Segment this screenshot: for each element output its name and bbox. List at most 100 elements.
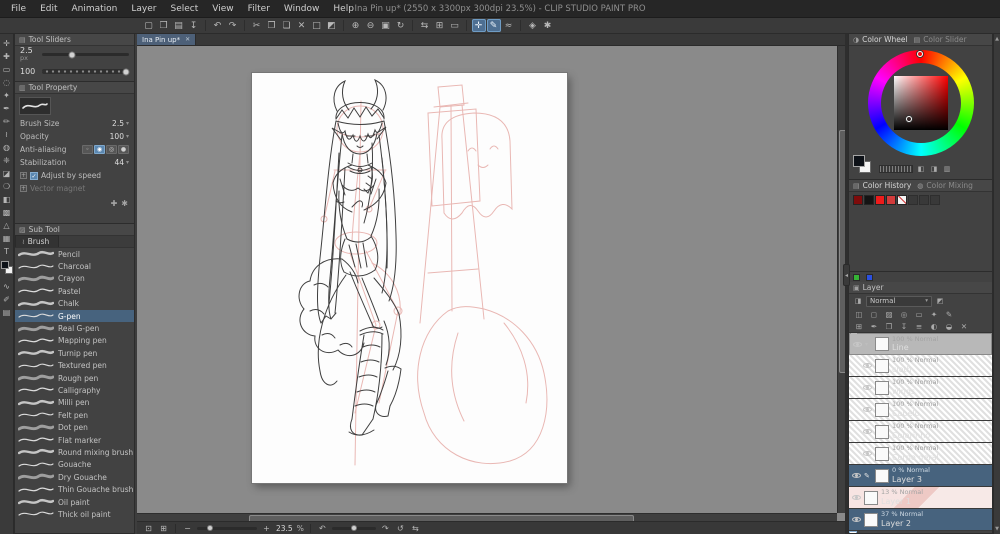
decoration-tool-icon[interactable]: ❈ — [1, 154, 13, 167]
sub-tool-item[interactable]: G-pen — [15, 309, 134, 323]
separator[interactable] — [518, 19, 523, 32]
layer-thumbnail[interactable] — [875, 337, 889, 351]
folder-expander-icon[interactable]: ▾ — [865, 341, 872, 348]
sub-tool-item[interactable]: Felt pen — [15, 409, 134, 421]
layer-thumbnail[interactable] — [875, 424, 889, 439]
grid-icon[interactable]: ⊞ — [433, 19, 447, 32]
layer-thumbnail[interactable] — [875, 468, 889, 483]
sub-tool-item[interactable]: Pencil — [15, 248, 134, 260]
sub-tool-item[interactable]: Oil paint — [15, 496, 134, 508]
airbrush-tool-icon[interactable]: ◍ — [1, 141, 13, 154]
auto-select-tool-icon[interactable]: ✦ — [1, 89, 13, 102]
ruler-icon[interactable]: ▭ — [448, 19, 462, 32]
stabilization-row[interactable]: Stabilization 44 ▾ — [15, 156, 134, 169]
layer-thumbnail[interactable] — [864, 512, 878, 527]
selection-tool-icon[interactable]: ▭ — [1, 63, 13, 76]
layer-thumbnail[interactable] — [875, 446, 889, 461]
actual-size-icon[interactable]: ⊞ — [158, 524, 169, 533]
quick-access-icon[interactable]: ▤ — [1, 306, 13, 319]
material-icon[interactable]: ◈ — [526, 19, 540, 32]
new-folder-icon[interactable]: ❒ — [883, 321, 895, 332]
history-swatch-empty[interactable] — [908, 195, 918, 205]
save-icon[interactable]: ▤ — [172, 19, 186, 32]
main-color-swatch[interactable] — [853, 155, 865, 167]
sub-tool-item[interactable]: Thin Gouache brush — [15, 483, 134, 495]
sub-tool-item[interactable]: Charcoal — [15, 260, 134, 272]
sub-tool-tab-brush[interactable]: ≀ Brush — [15, 235, 60, 247]
layer-row[interactable]: ✎ ▾ ✓ 100 % Normal cloth — [849, 355, 992, 377]
opacity-property-value[interactable]: 100 — [110, 132, 124, 141]
gradient-tool-icon[interactable]: ▩ — [1, 206, 13, 219]
expander-icon[interactable]: + — [20, 172, 27, 179]
menu-item[interactable]: Layer — [124, 2, 163, 16]
visibility-eye-icon[interactable] — [852, 515, 861, 524]
separator[interactable] — [464, 19, 469, 32]
sub-tool-item[interactable]: Pastel — [15, 285, 134, 297]
rotation-slider[interactable] — [331, 525, 376, 531]
tab-color-slider[interactable]: ▤ Color Slider — [914, 35, 967, 44]
history-swatch-black[interactable] — [864, 195, 874, 205]
sub-tool-item[interactable]: Textured pen — [15, 360, 134, 372]
brush-tool-icon[interactable]: ≀ — [1, 128, 13, 141]
rotate-view-icon[interactable]: ↻ — [394, 19, 408, 32]
sub-tool-item[interactable]: Mapping pen — [15, 335, 134, 347]
visibility-eye-icon[interactable] — [852, 471, 861, 480]
sub-tool-item[interactable]: Real G-pen — [15, 322, 134, 334]
sub-tool-item[interactable]: Milli pen — [15, 397, 134, 409]
rotation-slider-thumb[interactable] — [350, 525, 357, 531]
lock-transparent-icon[interactable]: ▨ — [883, 309, 895, 320]
history-swatch-red-2[interactable] — [886, 195, 896, 205]
visibility-eye-icon[interactable] — [852, 493, 861, 502]
color-mode-icon[interactable]: ▥ — [942, 164, 952, 174]
delete-icon[interactable]: ✕ — [295, 19, 309, 32]
adjust-by-speed-row[interactable]: + ✓ Adjust by speed — [15, 169, 134, 182]
layer-row[interactable]: ✎ ▾ ✓ 37 % Normal Layer 2 — [849, 509, 992, 531]
layer-row[interactable]: ✎ ▾ ✓ Paper — [849, 531, 857, 533]
set-as-reference-icon[interactable]: ✦ — [928, 309, 940, 320]
rotate-ccw-button[interactable]: ↶ — [317, 524, 328, 533]
fit-to-screen-icon[interactable]: ▣ — [379, 19, 393, 32]
blend-mode-dropdown[interactable]: Normal ▾ — [866, 295, 932, 307]
main-color-swatch[interactable] — [0, 261, 9, 269]
layer-row[interactable]: ✎ ▾ ✓ 0 % Normal Layer 3 — [849, 465, 992, 487]
snap-to-grid-icon[interactable]: ≈ — [502, 19, 516, 32]
deselect-icon[interactable]: □ — [310, 19, 324, 32]
anti-aliasing-medium-button[interactable]: ◎ — [106, 145, 117, 154]
text-tool-icon[interactable]: T — [1, 245, 13, 258]
sub-tool-item[interactable]: Dot pen — [15, 421, 134, 433]
layer-row[interactable]: ✎ ▾ ✓ 100 % Normal Corpo geral — [849, 443, 992, 465]
history-swatch-empty[interactable] — [930, 195, 940, 205]
layer-thumbnail[interactable] — [875, 380, 889, 395]
new-vector-layer-icon[interactable]: ✒ — [868, 321, 880, 332]
visibility-eye-icon[interactable] — [863, 405, 872, 414]
color-mode-icon[interactable]: ◨ — [929, 164, 939, 174]
menu-item[interactable]: File — [4, 2, 33, 16]
invert-selection-icon[interactable]: ◩ — [325, 19, 339, 32]
sub-tool-item[interactable]: Turnip pen — [15, 347, 134, 359]
copy-icon[interactable]: ❐ — [265, 19, 279, 32]
brush-size-property-value[interactable]: 2.5 — [112, 119, 124, 128]
palette-chip-blue[interactable] — [866, 273, 873, 281]
zoom-out-button[interactable]: − — [182, 524, 193, 533]
redo-icon[interactable]: ↷ — [226, 19, 240, 32]
separator[interactable] — [341, 19, 346, 32]
paste-icon[interactable]: ❏ — [280, 19, 294, 32]
sub-tool-item[interactable]: Round mixing brush — [15, 446, 134, 458]
menu-item[interactable]: Edit — [33, 2, 64, 16]
sub-tool-item[interactable]: Thick oil paint — [15, 508, 134, 520]
fit-to-screen-icon[interactable]: ⊡ — [143, 524, 154, 533]
snap-to-special-ruler-icon[interactable]: ✎ — [486, 19, 501, 32]
draft-layer-icon[interactable]: ✎ — [943, 309, 955, 320]
layer-row[interactable]: ✎ ▾ ✓ 13 % Normal Layer 1 — [849, 487, 992, 509]
palette-chip-green[interactable] — [853, 273, 860, 281]
hue-marker[interactable] — [917, 51, 923, 57]
undo-icon[interactable]: ↶ — [211, 19, 225, 32]
blend-tool-icon[interactable]: ❍ — [1, 180, 13, 193]
sub-tool-item[interactable]: Dry Gouache — [15, 471, 134, 483]
layer-row[interactable]: ✎ ▾ ✓ 100 % Normal Line — [849, 333, 992, 355]
move-layer-tool-icon[interactable]: ✚ — [1, 50, 13, 63]
layer-row[interactable]: ✎ ▾ ✓ 100 % Normal Cabelo — [849, 399, 992, 421]
canvas-horizontal-scrollbar[interactable] — [137, 513, 837, 529]
tab-color-history[interactable]: ▤ Color History — [853, 181, 911, 190]
line-correction-tool-icon[interactable]: ∿ — [1, 280, 13, 293]
